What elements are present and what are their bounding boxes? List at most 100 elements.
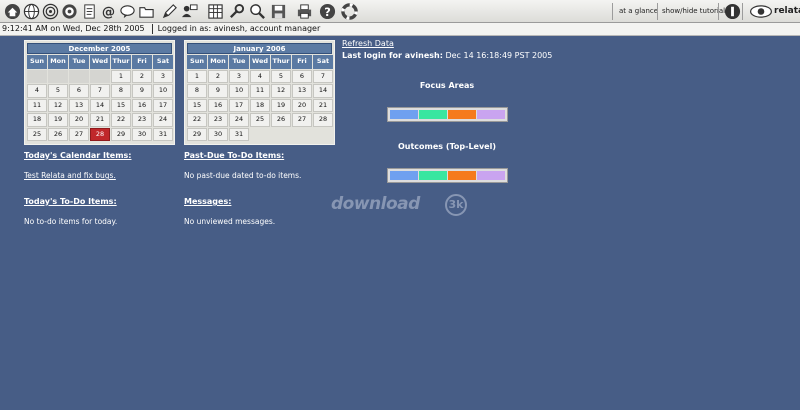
calendar-day[interactable]: 1 — [111, 69, 131, 83]
calendar-day[interactable]: 2 — [208, 69, 228, 83]
calendar-day[interactable]: 16 — [208, 98, 228, 112]
status-divider — [151, 23, 153, 34]
calendar-items-heading[interactable]: Today's Calendar Items: — [24, 151, 132, 160]
last-login-value: Dec 14 16:18:49 PST 2005 — [445, 51, 553, 60]
grid-icon[interactable] — [206, 2, 224, 20]
calendar-day[interactable]: 12 — [48, 98, 68, 112]
user-chat-icon[interactable] — [180, 2, 198, 20]
focus-area-segment[interactable] — [419, 110, 447, 119]
messages-heading[interactable]: Messages: — [184, 197, 231, 206]
calendar-day[interactable]: 1 — [187, 69, 207, 83]
calendar-day[interactable]: 27 — [292, 113, 312, 127]
calendar-day[interactable]: 25 — [27, 127, 47, 141]
print-icon[interactable] — [295, 2, 313, 20]
calendar-day[interactable]: 3 — [153, 69, 173, 83]
focus-area-segment[interactable] — [390, 110, 418, 119]
calendar-day[interactable]: 27 — [69, 127, 89, 141]
calendar-day[interactable]: 16 — [132, 98, 152, 112]
calendar-day[interactable]: 31 — [229, 127, 249, 141]
calendar-item-link[interactable]: Test Relata and fix bugs. — [24, 171, 116, 180]
calendar-day[interactable]: 17 — [153, 98, 173, 112]
target-icon[interactable] — [60, 2, 78, 20]
focus-area-segment[interactable] — [477, 110, 505, 119]
calendar-day[interactable]: 26 — [48, 127, 68, 141]
calendar-day[interactable]: 23 — [132, 113, 152, 127]
calendar-day[interactable]: 30 — [208, 127, 228, 141]
calendar-day[interactable]: 26 — [271, 113, 291, 127]
calendar-day-today[interactable]: 28 — [90, 127, 110, 141]
calendar-day[interactable]: 6 — [292, 69, 312, 83]
calendar-day[interactable]: 24 — [229, 113, 249, 127]
outcome-segment[interactable] — [419, 171, 447, 180]
calendar-day[interactable]: 13 — [292, 84, 312, 98]
chat-icon[interactable] — [118, 2, 136, 20]
calendar-day[interactable]: 19 — [271, 98, 291, 112]
focus-area-segment[interactable] — [448, 110, 476, 119]
calendar-day[interactable]: 5 — [271, 69, 291, 83]
calendar-day[interactable]: 9 — [208, 84, 228, 98]
calendar-day[interactable]: 2 — [132, 69, 152, 83]
at-icon[interactable]: @ — [99, 2, 117, 20]
calendar-day[interactable]: 18 — [27, 113, 47, 127]
calendar-day[interactable]: 23 — [208, 113, 228, 127]
calendar-day[interactable]: 9 — [132, 84, 152, 98]
past-due-heading[interactable]: Past-Due To-Do Items: — [184, 151, 284, 160]
calendar-day[interactable]: 11 — [27, 98, 47, 112]
help-icon[interactable]: ? — [318, 2, 336, 20]
calendar-day[interactable]: 10 — [229, 84, 249, 98]
calendar-day[interactable]: 11 — [250, 84, 270, 98]
lifebuoy-icon[interactable] — [340, 2, 358, 20]
calendar-day[interactable]: 20 — [69, 113, 89, 127]
calendar-day[interactable]: 7 — [90, 84, 110, 98]
calendar-day[interactable]: 14 — [90, 98, 110, 112]
home-icon[interactable] — [3, 2, 21, 20]
calendar-day[interactable]: 6 — [69, 84, 89, 98]
calendar-day[interactable]: 21 — [90, 113, 110, 127]
calendar-day[interactable]: 17 — [229, 98, 249, 112]
outcome-segment[interactable] — [477, 171, 505, 180]
outcome-segment[interactable] — [390, 171, 418, 180]
last-login: Last login for avinesh: Dec 14 16:18:49 … — [342, 51, 552, 60]
wrench-icon[interactable] — [227, 2, 245, 20]
calendar-day[interactable]: 22 — [187, 113, 207, 127]
save-icon[interactable] — [269, 2, 287, 20]
calendar-day[interactable]: 30 — [132, 127, 152, 141]
calendar-day[interactable]: 18 — [250, 98, 270, 112]
magnifier-icon[interactable] — [248, 2, 266, 20]
calendar-day[interactable]: 13 — [69, 98, 89, 112]
calendar-day[interactable]: 31 — [153, 127, 173, 141]
info-icon[interactable] — [723, 2, 741, 20]
outcome-segment[interactable] — [448, 171, 476, 180]
calendar-day[interactable]: 24 — [153, 113, 173, 127]
at-a-glance-link[interactable]: at a glance — [619, 7, 658, 15]
notepad-icon[interactable] — [80, 2, 98, 20]
calendar-day[interactable]: 14 — [313, 84, 333, 98]
show-hide-tutorial-link[interactable]: show/hide tutorial — [662, 7, 725, 15]
globe-icon[interactable] — [22, 2, 40, 20]
folder-icon[interactable] — [137, 2, 155, 20]
calendar-day[interactable]: 5 — [48, 84, 68, 98]
calendar-day[interactable]: 19 — [48, 113, 68, 127]
calendar-day[interactable]: 20 — [292, 98, 312, 112]
calendar-day[interactable]: 7 — [313, 69, 333, 83]
calendar-day[interactable]: 25 — [250, 113, 270, 127]
calendar-day[interactable]: 4 — [250, 69, 270, 83]
calendar-day[interactable]: 8 — [187, 84, 207, 98]
calendar-day[interactable]: 3 — [229, 69, 249, 83]
todo-heading[interactable]: Today's To-Do Items: — [24, 197, 117, 206]
calendar-day[interactable]: 10 — [153, 84, 173, 98]
calendar-day[interactable]: 12 — [271, 84, 291, 98]
refresh-data-link[interactable]: Refresh Data — [342, 39, 394, 48]
calendar-day[interactable]: 22 — [111, 113, 131, 127]
calendar-day[interactable]: 29 — [111, 127, 131, 141]
calendar-day[interactable]: 28 — [313, 113, 333, 127]
calendar-day[interactable]: 4 — [27, 84, 47, 98]
calendar-day[interactable]: 15 — [187, 98, 207, 112]
calendar-day[interactable]: 29 — [187, 127, 207, 141]
toolbar-divider — [657, 3, 658, 20]
calendar-day[interactable]: 15 — [111, 98, 131, 112]
calendar-day[interactable]: 21 — [313, 98, 333, 112]
pen-icon[interactable] — [160, 2, 178, 20]
target-icon[interactable] — [41, 2, 59, 20]
calendar-day[interactable]: 8 — [111, 84, 131, 98]
